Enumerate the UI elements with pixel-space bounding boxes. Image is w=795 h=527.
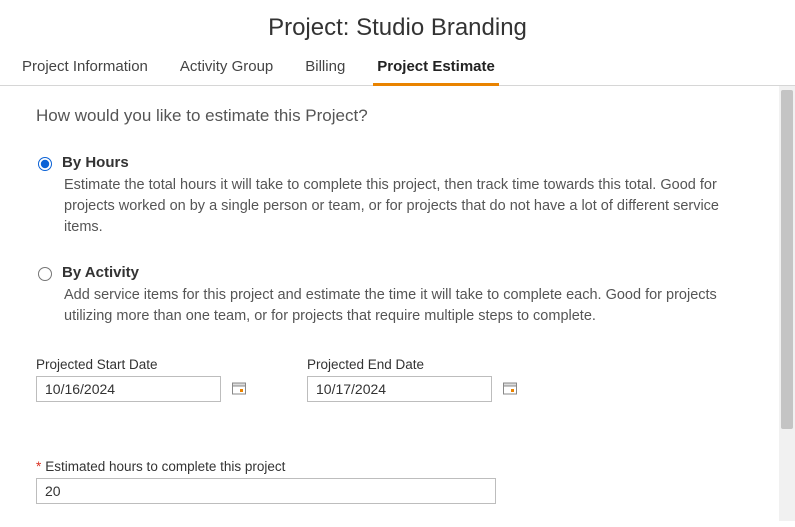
tab-content: How would you like to estimate this Proj…: [0, 86, 795, 521]
vertical-scrollbar[interactable]: [779, 86, 795, 521]
estimate-question: How would you like to estimate this Proj…: [36, 106, 759, 126]
radio-by-activity-label: By Activity: [62, 264, 139, 281]
estimated-hours-label: *Estimated hours to complete this projec…: [36, 459, 285, 474]
calendar-icon[interactable]: [502, 380, 518, 399]
page-title: Project: Studio Branding: [0, 0, 795, 50]
start-date-label: Projected Start Date: [36, 357, 247, 372]
calendar-icon[interactable]: [231, 380, 247, 399]
required-star-icon: *: [36, 459, 41, 474]
radio-by-activity[interactable]: [38, 267, 52, 281]
tab-bar: Project Information Activity Group Billi…: [0, 50, 795, 86]
tab-project-information[interactable]: Project Information: [20, 50, 150, 85]
tab-project-estimate[interactable]: Project Estimate: [375, 50, 497, 85]
radio-by-activity-desc: Add service items for this project and e…: [64, 285, 754, 327]
tab-activity-group[interactable]: Activity Group: [178, 50, 275, 85]
end-date-input[interactable]: [307, 376, 492, 402]
tab-billing[interactable]: Billing: [303, 50, 347, 85]
radio-by-hours-label: By Hours: [62, 154, 129, 171]
start-date-input[interactable]: [36, 376, 221, 402]
radio-by-hours[interactable]: [38, 157, 52, 171]
radio-by-hours-desc: Estimate the total hours it will take to…: [64, 175, 754, 238]
end-date-label: Projected End Date: [307, 357, 518, 372]
scrollbar-thumb[interactable]: [781, 90, 793, 429]
estimated-hours-input[interactable]: [36, 478, 496, 504]
